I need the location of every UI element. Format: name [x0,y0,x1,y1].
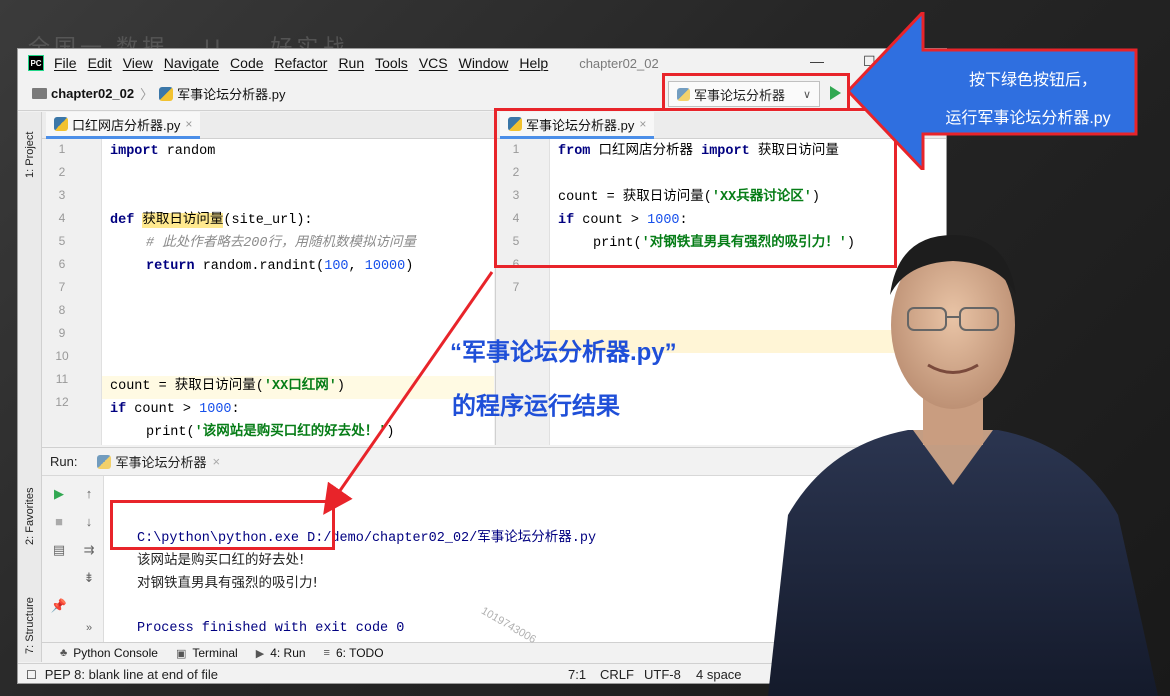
result-caption-line1: “军事论坛分析器.py” [450,339,677,366]
callout-text-line1: 按下绿色按钮后， [968,72,1097,89]
callout-text-line2: 运行军事论坛分析器.py [945,110,1111,127]
callout-arrow [848,12,1138,170]
result-caption-line2: 的程序运行结果 [452,393,620,420]
presenter-image [768,235,1158,696]
